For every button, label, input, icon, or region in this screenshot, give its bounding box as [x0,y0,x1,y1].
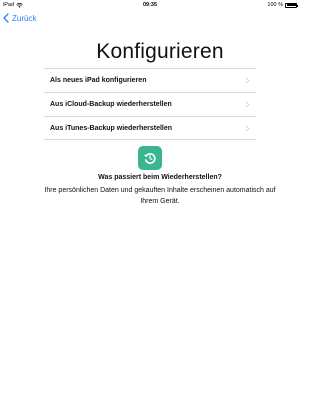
status-bar: iPad 09:35 100 % [0,0,300,10]
back-button[interactable]: Zurück [3,11,36,25]
status-right: 100 % [267,0,298,10]
setup-options-list: Als neues iPad konfigurieren Aus iCloud-… [44,68,256,140]
battery-percent: 100 % [267,2,283,8]
chevron-right-icon [245,77,250,84]
option-icloud-backup[interactable]: Aus iCloud-Backup wiederherstellen [44,92,256,116]
chevron-right-icon [245,101,250,108]
option-new-ipad[interactable]: Als neues iPad konfigurieren [44,68,256,92]
circular-arrow-icon [144,153,156,164]
battery-icon [285,2,298,8]
restore-info-heading: Was passiert beim Wiederherstellen? [98,174,222,181]
page-title: Konfigurieren [96,40,224,63]
option-label: Aus iTunes-Backup wiederherstellen [50,124,173,132]
status-time: 09:35 [142,2,158,8]
chevron-left-icon [3,13,9,23]
back-label: Zurück [12,13,37,23]
chevron-right-icon [245,125,250,131]
restore-info-text: Ihre persönlichen Daten und gekauften In… [44,187,276,205]
option-label: Aus iCloud-Backup wiederherstellen [50,101,172,108]
option-itunes-backup[interactable]: Aus iTunes-Backup wiederherstellen [44,116,256,140]
restore-icon [138,146,162,170]
option-label: Als neues iPad konfigurieren [50,77,147,84]
